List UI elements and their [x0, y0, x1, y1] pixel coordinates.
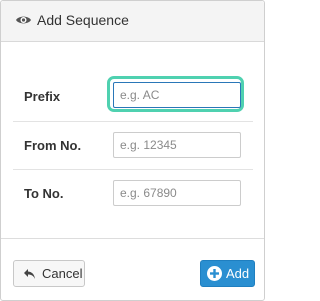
to-no-input[interactable]	[113, 180, 241, 206]
footer-divider	[1, 238, 264, 239]
dialog-header: Add Sequence	[1, 1, 264, 42]
undo-arrow-icon	[24, 269, 35, 279]
prefix-input[interactable]	[113, 82, 241, 108]
dialog-title: Add Sequence	[37, 12, 129, 28]
row-divider	[13, 169, 253, 170]
eye-icon	[16, 16, 31, 24]
plus-circle-icon	[207, 266, 222, 281]
add-button[interactable]: Add	[200, 260, 255, 287]
row-divider	[13, 121, 253, 122]
add-sequence-dialog: Add Sequence Prefix From No. To No. Canc…	[0, 0, 265, 301]
from-no-input[interactable]	[113, 132, 241, 158]
cancel-button-label: Cancel	[42, 266, 83, 281]
to-no-label: To No.	[24, 186, 64, 201]
cancel-button[interactable]: Cancel	[13, 260, 85, 287]
from-no-label: From No.	[24, 138, 82, 153]
prefix-label: Prefix	[24, 89, 61, 104]
add-button-label: Add	[226, 266, 250, 281]
